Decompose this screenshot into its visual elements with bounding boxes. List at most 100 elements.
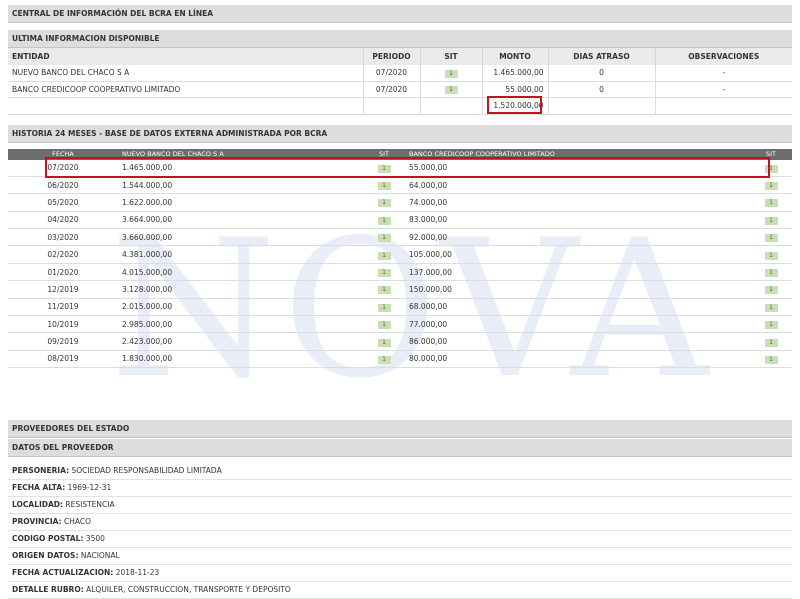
- ultima-section-title: ULTIMA INFORMACION DISPONIBLE: [8, 30, 792, 48]
- field-value: NACIONAL: [80, 551, 120, 561]
- sit-badge: 1: [764, 338, 778, 347]
- col-monto: MONTO: [482, 48, 549, 65]
- sit-badge: 1: [377, 286, 391, 295]
- sit-badge: 1: [764, 286, 778, 295]
- table-row: NUEVO BANCO DEL CHACO S A 07/2020 1 1.46…: [8, 65, 792, 82]
- sit-badge: 1: [764, 251, 778, 260]
- credicoop-monto: 92.000,00: [405, 228, 750, 247]
- fecha-cell: 03/2020: [8, 228, 118, 247]
- table-row: 04/2020 3.664.000,00 1 83.000,00 1: [8, 211, 792, 230]
- nuevo-banco-monto: 4.381.000,00: [118, 245, 363, 264]
- nuevo-banco-monto: 3.664.000,00: [118, 211, 363, 230]
- periodo-cell: 07/2020: [363, 81, 421, 98]
- credicoop-monto: 77.000,00: [405, 315, 750, 334]
- field-value: 1969-12-31: [67, 483, 112, 493]
- sit-badge: 1: [764, 303, 778, 312]
- credicoop-monto: 105.000,00: [405, 245, 750, 264]
- sit-badge: 1: [764, 355, 778, 364]
- credicoop-monto: 137.000,00: [405, 263, 750, 282]
- credicoop-monto: 80.000,00: [405, 350, 750, 369]
- col-dias-atraso: DIAS ATRASO: [548, 48, 656, 65]
- nuevo-banco-monto: 1.622.000,00: [118, 193, 363, 212]
- col-sit: SIT: [420, 48, 483, 65]
- proveedor-field: LOCALIDAD: RESISTENCIA: [8, 497, 792, 515]
- sit-badge: 1: [377, 355, 391, 364]
- field-label: PERSONERIA:: [12, 466, 70, 476]
- table-row: 11/2019 2.015.000,00 1 68.000,00 1: [8, 298, 792, 317]
- historia-section-title: HISTORIA 24 MESES - BASE DE DATOS EXTERN…: [8, 124, 792, 143]
- obs-cell: -: [655, 65, 792, 82]
- field-label: DETALLE RUBRO:: [12, 585, 84, 595]
- periodo-cell: 07/2020: [363, 65, 421, 82]
- total-highlight-box: [487, 96, 542, 114]
- historia-table: FECHA NUEVO BANCO DEL CHACO S A SIT BANC…: [8, 148, 792, 369]
- ultima-table: ENTIDAD PERIODO SIT MONTO DIAS ATRASO OB…: [8, 48, 792, 115]
- sit-badge: 1: [764, 182, 778, 191]
- nuevo-banco-monto: 2.985.000,00: [118, 315, 363, 334]
- credicoop-monto: 150.000,00: [405, 280, 750, 299]
- proveedor-field: PERSONERIA: SOCIEDAD RESPONSABILIDAD LIM…: [8, 463, 792, 481]
- fecha-cell: 02/2020: [8, 245, 118, 264]
- table-row: 08/2019 1.830.000,00 1 80.000,00 1: [8, 350, 792, 369]
- field-label: FECHA ALTA:: [12, 483, 66, 493]
- col-entidad: ENTIDAD: [8, 48, 364, 65]
- dias-cell: 0: [548, 81, 656, 98]
- table-row: 03/2020 3.660.000,00 1 92.000,00 1: [8, 228, 792, 247]
- credicoop-monto: 68.000,00: [405, 298, 750, 317]
- fecha-cell: 08/2019: [8, 350, 118, 369]
- entidad-cell: NUEVO BANCO DEL CHACO S A: [8, 65, 364, 82]
- col-periodo: PERIODO: [363, 48, 421, 65]
- fecha-cell: 09/2019: [8, 332, 118, 351]
- sit-badge: 1: [377, 251, 391, 260]
- fecha-cell: 11/2019: [8, 298, 118, 317]
- fecha-cell: 10/2019: [8, 315, 118, 334]
- datos-proveedor-title: DATOS DEL PROVEEDOR: [8, 439, 792, 458]
- sit-badge: 1: [377, 338, 391, 347]
- sit-badge: 1: [377, 269, 391, 278]
- sit-badge: 1: [764, 216, 778, 225]
- field-label: CODIGO POSTAL:: [12, 534, 84, 544]
- credicoop-monto: 64.000,00: [405, 176, 750, 195]
- field-value: 2018-11-23: [115, 568, 160, 578]
- sit-badge: 1: [377, 303, 391, 312]
- table-row: 05/2020 1.622.000,00 1 74.000,00 1: [8, 193, 792, 212]
- sit-badge: 1: [377, 216, 391, 225]
- nuevo-banco-monto: 2.423.000,00: [118, 332, 363, 351]
- credicoop-monto: 83.000,00: [405, 211, 750, 230]
- obs-cell: -: [655, 81, 792, 98]
- sit-badge: 1: [377, 321, 391, 330]
- proveedor-field: FECHA ALTA: 1969-12-31: [8, 480, 792, 498]
- proveedor-field: PROVINCIA: CHACO: [8, 514, 792, 532]
- ultima-header-row: ENTIDAD PERIODO SIT MONTO DIAS ATRASO OB…: [8, 48, 792, 65]
- fecha-cell: 01/2020: [8, 263, 118, 282]
- sit-badge: 1: [377, 182, 391, 191]
- sit-badge: 1: [764, 269, 778, 278]
- nuevo-banco-monto: 1.544.000,00: [118, 176, 363, 195]
- sit-badge: 1: [444, 86, 458, 95]
- sit-badge: 1: [764, 321, 778, 330]
- total-row: 1.520.000,00: [8, 97, 792, 115]
- monto-cell: 1.465.000,00: [482, 65, 549, 82]
- sit-badge: 1: [377, 199, 391, 208]
- field-value: 3500: [85, 534, 105, 544]
- nuevo-banco-monto: 3.660.000,00: [118, 228, 363, 247]
- sit-badge: 1: [764, 199, 778, 208]
- field-value: RESISTENCIA: [65, 500, 115, 510]
- historia-body: 07/2020 1.465.000,00 1 55.000,00 1 06/2020 1.5…: [8, 159, 792, 369]
- table-row: 10/2019 2.985.000,00 1 77.000,00 1: [8, 315, 792, 334]
- field-label: PROVINCIA:: [12, 517, 62, 527]
- entidad-cell: BANCO CREDICOOP COOPERATIVO LIMITADO: [8, 81, 364, 98]
- sit-badge: 1: [377, 234, 391, 243]
- dias-cell: 0: [548, 65, 656, 82]
- sit-badge: 1: [764, 234, 778, 243]
- report-container: CENTRAL DE INFORMACIÓN DEL BCRA EN LÍNEA…: [8, 0, 792, 599]
- row-highlight-box: [45, 157, 770, 178]
- field-value: CHACO: [63, 517, 91, 527]
- nuevo-banco-monto: 1.830.000,00: [118, 350, 363, 369]
- table-row: 12/2019 3.128.000,00 1 150.000,00 1: [8, 280, 792, 299]
- col-observaciones: OBSERVACIONES: [655, 48, 792, 65]
- fecha-cell: 12/2019: [8, 280, 118, 299]
- fecha-cell: 05/2020: [8, 193, 118, 212]
- field-value: SOCIEDAD RESPONSABILIDAD LIMITADA: [71, 466, 222, 476]
- field-label: ORIGEN DATOS:: [12, 551, 79, 561]
